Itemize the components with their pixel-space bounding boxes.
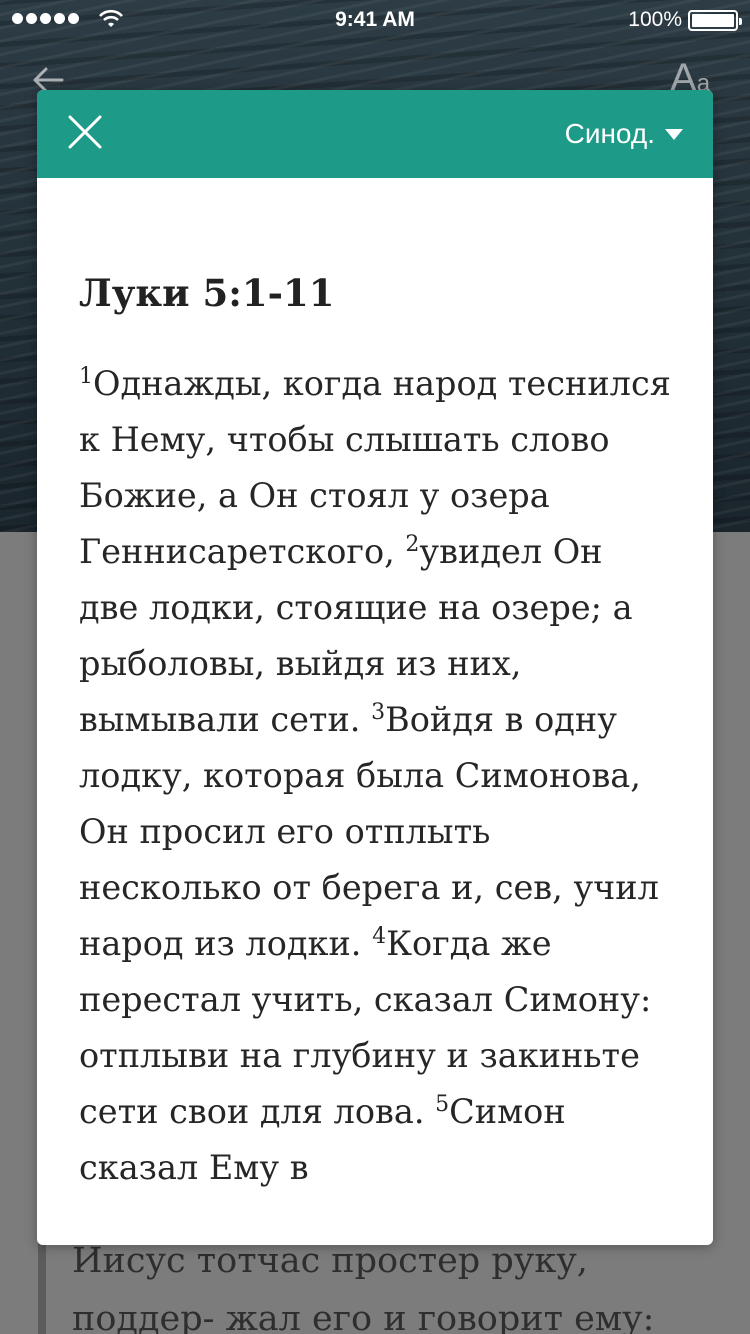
version-dropdown[interactable]: Синод. xyxy=(565,118,683,150)
background-line: поддер- жал его и говорит ему: xyxy=(72,1299,655,1334)
battery-icon xyxy=(688,10,742,31)
version-label: Синод. xyxy=(564,118,655,149)
verse-number: 3 xyxy=(371,699,386,725)
modal-header: Синод. xyxy=(37,90,713,178)
close-icon[interactable] xyxy=(67,114,103,150)
passage-modal: Синод. Луки 5:1-11 1Однажды, когда народ… xyxy=(37,90,713,1245)
background-line: Иисус тотчас простер руку, xyxy=(72,1241,588,1281)
background-reading-text: Иисус тотчас простер руку, поддер- жал е… xyxy=(72,1232,732,1334)
verse-text: Войдя в одну лодку, которая была Симонов… xyxy=(79,700,659,963)
verse-number: 1 xyxy=(79,363,93,389)
status-bar: 9:41 AM 100% xyxy=(0,0,750,40)
passage-title: Луки 5:1-11 xyxy=(79,271,335,315)
verse-number: 4 xyxy=(372,923,387,949)
passage-text: 1Однажды, когда народ теснился к Нему, ч… xyxy=(79,356,671,1196)
verse-number: 2 xyxy=(405,531,420,557)
battery-percent: 100% xyxy=(628,8,682,31)
verse-number: 5 xyxy=(435,1091,450,1117)
modal-body: Луки 5:1-11 1Однажды, когда народ теснил… xyxy=(37,268,713,1196)
background-quote-bar xyxy=(38,1232,46,1334)
caret-down-icon xyxy=(665,128,683,140)
